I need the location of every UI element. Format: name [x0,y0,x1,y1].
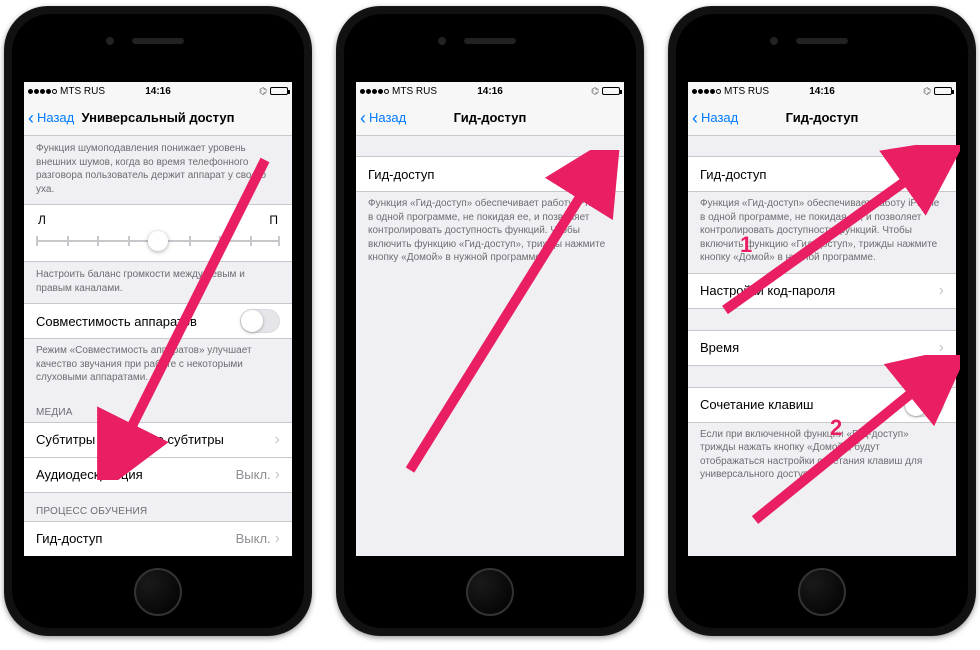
audio-desc-label: Аудиодескрипция [36,467,236,482]
guided-access-toggle[interactable] [572,162,612,186]
nav-bar: ‹ Назад Универсальный доступ [24,100,292,136]
battery-icon [602,87,620,95]
passcode-cell[interactable]: Настройки код-пароля › [688,273,956,309]
status-bar: MTS RUS 14:16 ⌬ [688,82,956,100]
guided-access-cell[interactable]: Гид-доступ [688,156,956,192]
guided-access-cell[interactable]: Гид-доступ Выкл. › [24,521,292,557]
guided-access-label: Гид-доступ [700,167,904,182]
passcode-label: Настройки код-пароля [700,283,939,298]
compat-toggle[interactable] [240,309,280,333]
battery-icon [934,87,952,95]
screen-1: MTS RUS 14:16 ⌬ ‹ Назад Универсальный до… [24,82,292,556]
screen-2: MTS RUS 14:16 ⌬ ‹ Назад Гид-доступ [356,82,624,556]
chevron-right-icon: › [275,431,280,449]
media-header: МЕДИА [24,393,292,422]
chevron-right-icon: › [275,466,280,484]
guided-footer: Функция «Гид-доступ» обеспечивает работу… [356,191,624,273]
nav-title: Универсальный доступ [24,110,292,125]
compat-label: Совместимость аппаратов [36,314,240,329]
time-cell[interactable]: Время › [688,330,956,366]
compat-cell[interactable]: Совместимость аппаратов [24,303,292,339]
guided-footer: Функция «Гид-доступ» обеспечивает работу… [688,191,956,273]
chevron-right-icon: › [275,530,280,548]
balance-footer: Настроить баланс громкости между левым и… [24,262,292,303]
compat-footer: Режим «Совместимость аппаратов» улучшает… [24,338,292,393]
phone-frame-3: MTS RUS 14:16 ⌬ ‹ Назад Гид-доступ [668,6,976,636]
subtitles-cell[interactable]: Субтитры и Скрытые субтитры › [24,422,292,458]
balance-left-label: Л [38,213,46,227]
home-button[interactable] [798,568,846,616]
battery-icon [270,87,288,95]
status-bar: MTS RUS 14:16 ⌬ [24,82,292,100]
chevron-right-icon: › [939,282,944,300]
status-bar: MTS RUS 14:16 ⌬ [356,82,624,100]
home-button[interactable] [466,568,514,616]
guided-access-value: Выкл. [236,531,271,546]
status-time: 14:16 [688,86,956,97]
shortcut-cell[interactable]: Сочетание клавиш [688,387,956,423]
shortcut-toggle[interactable] [904,393,944,417]
guided-access-cell[interactable]: Гид-доступ [356,156,624,192]
balance-slider-cell: Л П [24,204,292,262]
home-button[interactable] [134,568,182,616]
guided-access-label: Гид-доступ [36,531,236,546]
chevron-right-icon: › [939,339,944,357]
nav-title: Гид-доступ [688,110,956,125]
nav-title: Гид-доступ [356,110,624,125]
balance-slider[interactable] [36,231,280,251]
audio-desc-cell[interactable]: Аудиодескрипция Выкл. › [24,457,292,493]
phone-frame-1: MTS RUS 14:16 ⌬ ‹ Назад Универсальный до… [4,6,312,636]
guided-access-toggle[interactable] [904,162,944,186]
learning-header: ПРОЦЕСС ОБУЧЕНИЯ [24,492,292,521]
noise-footer: Функция шумоподавления понижает уровень … [24,136,292,204]
status-time: 14:16 [356,86,624,97]
nav-bar: ‹ Назад Гид-доступ [356,100,624,136]
audio-desc-value: Выкл. [236,467,271,482]
shortcut-label: Сочетание клавиш [700,397,904,412]
status-time: 14:16 [24,86,292,97]
subtitles-label: Субтитры и Скрытые субтитры [36,432,275,447]
time-label: Время [700,340,939,355]
guided-access-label: Гид-доступ [368,167,572,182]
nav-bar: ‹ Назад Гид-доступ [688,100,956,136]
balance-right-label: П [269,213,278,227]
shortcut-footer: Если при включенной функции «Гид-доступ»… [688,422,956,490]
phone-frame-2: MTS RUS 14:16 ⌬ ‹ Назад Гид-доступ [336,6,644,636]
screen-3: MTS RUS 14:16 ⌬ ‹ Назад Гид-доступ [688,82,956,556]
screenshot-stage: MTS RUS 14:16 ⌬ ‹ Назад Универсальный до… [0,0,980,650]
